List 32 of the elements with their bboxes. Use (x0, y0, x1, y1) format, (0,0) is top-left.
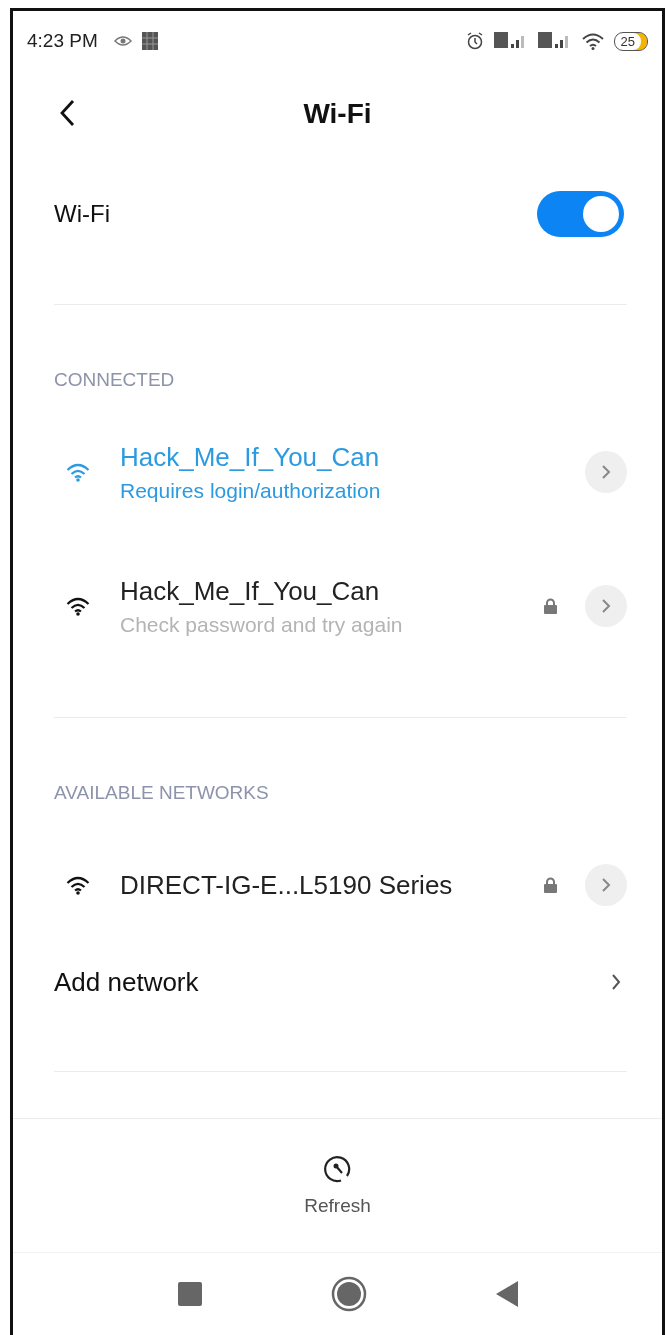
chevron-icon (611, 973, 621, 991)
wifi-icon (581, 32, 604, 50)
chevron-icon (601, 464, 611, 480)
page-title: Wi-Fi (303, 97, 372, 130)
network-name: DIRECT-IG-E...L5190 Series (120, 869, 454, 901)
network-item[interactable]: Hack_Me_If_You_Can Check password and try again (54, 539, 627, 673)
refresh-button[interactable]: Refresh (300, 1150, 375, 1221)
network-status: Check password and try again (120, 612, 404, 637)
network-status: Requires login/authorization (120, 478, 382, 503)
grid-icon (141, 32, 158, 50)
section-title: CONNECTED (54, 368, 176, 391)
wifi-label: Wi-Fi (54, 199, 110, 228)
add-network-label: Add network (54, 966, 199, 998)
network-item[interactable]: DIRECT-IG-E...L5190 Series (54, 818, 627, 952)
wifi-icon (66, 875, 90, 895)
add-network-item[interactable]: Add network (54, 952, 627, 1012)
wifi-icon (66, 596, 90, 616)
eye-icon (113, 35, 132, 47)
network-name: Hack_Me_If_You_Can (120, 575, 381, 607)
chevron-icon (601, 598, 611, 614)
refresh-icon (323, 1154, 352, 1183)
wifi-switch[interactable] (537, 190, 624, 237)
status-time: 4:23 PM (27, 30, 98, 52)
recents-button[interactable] (177, 1282, 202, 1306)
battery-indicator: 25 (613, 31, 648, 51)
section-title: AVAILABLE NETWORKS (54, 781, 270, 804)
home-button[interactable] (330, 1276, 367, 1312)
network-name: Hack_Me_If_You_Can (120, 441, 381, 473)
chevron-icon (601, 877, 611, 893)
wifi-icon (66, 462, 90, 482)
back-nav-button[interactable] (495, 1281, 518, 1307)
alarm-icon (465, 32, 484, 50)
